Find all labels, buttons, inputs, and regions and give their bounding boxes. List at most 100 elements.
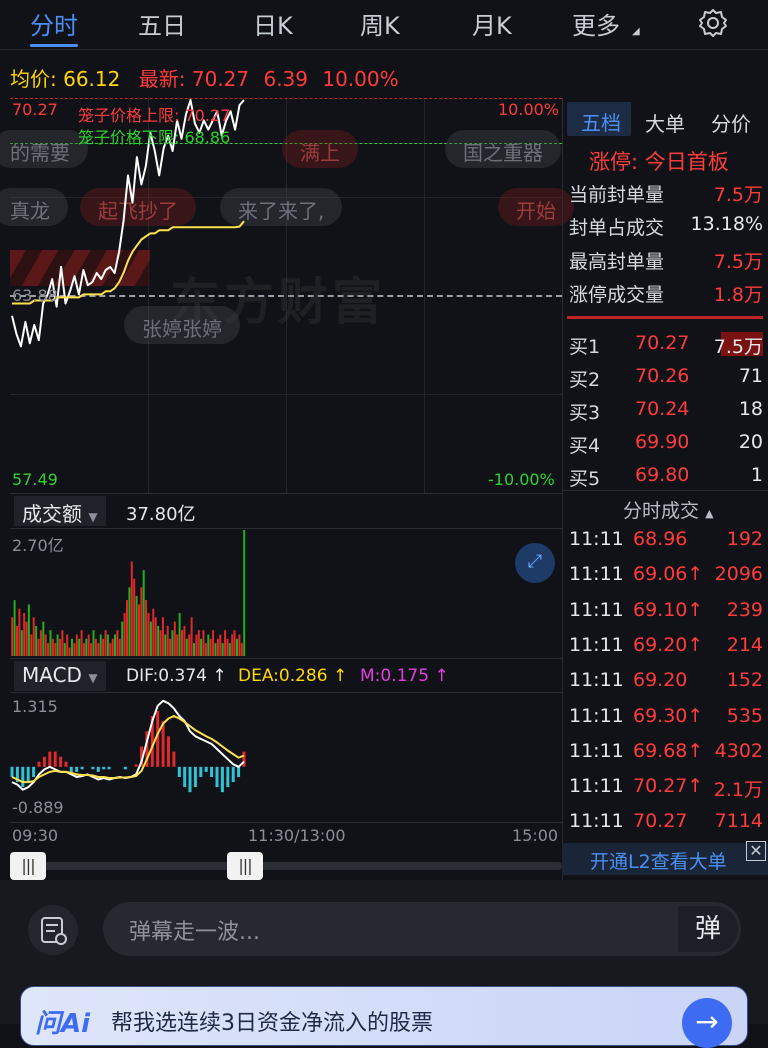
bid-row: 买3 70.24 18 — [569, 398, 763, 425]
volume-label: 成交额 — [22, 502, 82, 526]
time-start: 09:30 — [12, 826, 59, 845]
bid-level: 买3 — [569, 402, 601, 424]
volume-bar — [80, 630, 83, 656]
expand-icon[interactable]: ⤢ — [515, 543, 555, 583]
volume-indicator-select[interactable]: 成交额 ▼ — [14, 496, 106, 526]
tick-volume: 214 — [726, 633, 763, 656]
stat-value: 1.8万 — [713, 284, 763, 306]
volume-bar — [63, 643, 66, 656]
ai-prompt-bar[interactable]: 问Ai 帮我选连续3日资金净流入的股票 — [20, 986, 748, 1046]
volume-bar — [20, 630, 23, 656]
tick-row: 11:11 69.30↑ 535 — [569, 705, 763, 727]
tick-time: 11:11 — [569, 563, 624, 586]
tab-large-orders[interactable]: 大单 — [645, 108, 685, 137]
tick-volume: 2.1万 — [713, 779, 763, 802]
macd-histogram-bar — [48, 751, 52, 767]
chart-scrollbar[interactable] — [10, 862, 562, 870]
volume-bar — [83, 643, 85, 656]
stat-label: 最高封单量 — [569, 251, 665, 273]
volume-bar — [42, 621, 45, 656]
bid-level: 买5 — [569, 468, 601, 490]
macd-histogram-bar — [53, 751, 57, 767]
divider — [10, 822, 562, 823]
volume-bar — [231, 634, 234, 656]
volume-bar — [126, 600, 128, 656]
danmu-send-label: 弹 — [694, 914, 721, 944]
volume-bar — [59, 638, 61, 656]
divider — [10, 493, 562, 494]
volume-bar — [30, 634, 33, 656]
ticks-title-label: 分时成交 — [623, 500, 700, 522]
volume-bar — [149, 621, 152, 656]
scroll-handle-left[interactable]: ||| — [10, 852, 46, 880]
volume-bar — [140, 587, 143, 656]
dropdown-icon: ▼ — [88, 671, 98, 685]
volume-bar — [178, 613, 181, 656]
danmu-input[interactable]: 弹幕走一波... — [103, 902, 741, 956]
cage-lower-label: 笼子价格下限: 68.86 — [78, 128, 231, 147]
volume-bar — [169, 638, 172, 656]
bid-price: 69.90 — [635, 431, 690, 453]
tick-price: 70.27 — [633, 810, 688, 833]
stat-value: 7.5万 — [713, 251, 763, 273]
macd-histogram-bar — [107, 766, 111, 770]
volume-bar — [243, 530, 246, 656]
volume-bar — [181, 630, 183, 656]
volume-bar — [171, 630, 174, 656]
volume-bar — [133, 578, 136, 656]
volume-total: 37.80亿 — [126, 504, 196, 525]
macd-histogram-bar — [26, 766, 30, 782]
volume-bar — [35, 625, 38, 656]
scroll-handle-right[interactable]: ||| — [227, 852, 263, 880]
ticks-title: 分时成交 ▲ — [623, 496, 768, 523]
macd-histogram-bar — [242, 751, 246, 767]
tick-time: 11:11 — [569, 775, 624, 798]
bid-row: 买1 70.27 7.5万 — [569, 332, 763, 359]
tab-five-levels[interactable]: 五档 — [567, 102, 631, 136]
volume-bar — [212, 630, 215, 656]
tick-time: 11:11 — [569, 598, 624, 621]
tick-row: 11:11 69.10↑ 239 — [569, 599, 763, 621]
macd-dif: DIF:0.374 ↑ — [126, 666, 227, 686]
bid-price: 70.27 — [635, 332, 690, 354]
bid-level: 买4 — [569, 435, 601, 457]
macd-indicator-select[interactable]: MACD ▼ — [14, 661, 106, 691]
l2-upgrade-text: 开通L2查看大单 — [590, 851, 727, 873]
volume-bar — [102, 638, 105, 656]
tab-price-distribution[interactable]: 分价 — [711, 108, 751, 137]
volume-bar — [209, 638, 212, 656]
danmu-settings-icon[interactable] — [28, 905, 78, 955]
volume-bar — [202, 630, 205, 656]
arrow-right-icon[interactable]: → — [682, 998, 732, 1048]
tick-price: 68.96 — [633, 528, 688, 550]
tick-volume: 2096 — [714, 563, 763, 586]
divider — [10, 658, 562, 659]
l2-upgrade-banner[interactable]: 开通L2查看大单 ✕ — [562, 841, 768, 875]
volume-bar — [176, 634, 179, 656]
volume-bar — [37, 638, 40, 656]
volume-bar — [25, 621, 28, 656]
divider — [563, 490, 768, 491]
bid-row: 买2 70.26 71 — [569, 365, 763, 392]
tick-price: 69.10↑ — [633, 598, 704, 621]
macd-histogram-bar — [199, 766, 203, 777]
volume-bar — [238, 634, 241, 656]
order-book-panel: 五档 大单 分价 涨停: 今日首板 当前封单量 7.5万 封单占成交 13.18% … — [562, 98, 768, 880]
macd-histogram-bar — [193, 766, 197, 788]
bid-volume: 7.5万 — [713, 336, 763, 358]
macd-histogram-bar — [204, 766, 208, 772]
volume-bar — [216, 638, 219, 656]
divider — [10, 692, 562, 693]
macd-top-label: 1.315 — [12, 697, 58, 716]
volume-bar — [204, 643, 207, 656]
volume-bar — [193, 643, 195, 656]
tick-volume: 535 — [726, 704, 763, 727]
tick-row: 11:11 69.20 152 — [569, 669, 763, 691]
macd-histogram-bar — [75, 766, 79, 772]
danmu-send-button[interactable]: 弹 — [678, 906, 738, 952]
volume-bar — [190, 617, 193, 656]
volume-bar — [97, 643, 100, 656]
limit-up-title: 涨停: 今日首板 — [589, 150, 729, 174]
close-icon[interactable]: ✕ — [746, 841, 766, 861]
sort-up-icon: ▲ — [705, 507, 714, 520]
